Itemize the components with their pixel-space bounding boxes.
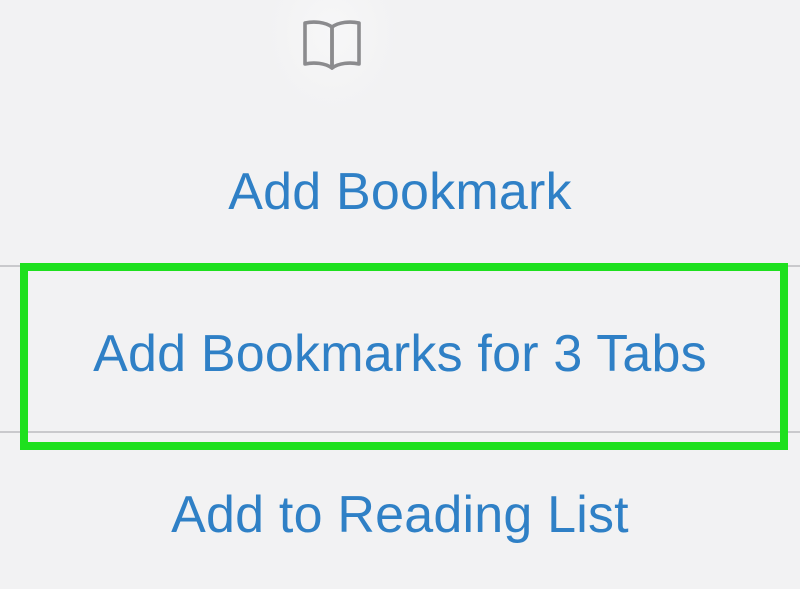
- add-bookmarks-for-tabs-button[interactable]: Add Bookmarks for 3 Tabs: [0, 324, 800, 384]
- add-to-reading-list-label: Add to Reading List: [171, 486, 629, 544]
- separator: [0, 265, 800, 267]
- add-to-reading-list-button[interactable]: Add to Reading List: [0, 485, 800, 545]
- add-bookmarks-for-tabs-label: Add Bookmarks for 3 Tabs: [93, 325, 707, 383]
- separator: [0, 431, 800, 433]
- add-bookmark-label: Add Bookmark: [228, 163, 572, 221]
- book-icon: [299, 18, 365, 72]
- bookmark-action-menu: Add Bookmark Add Bookmarks for 3 Tabs Ad…: [0, 0, 800, 589]
- add-bookmark-button[interactable]: Add Bookmark: [0, 162, 800, 222]
